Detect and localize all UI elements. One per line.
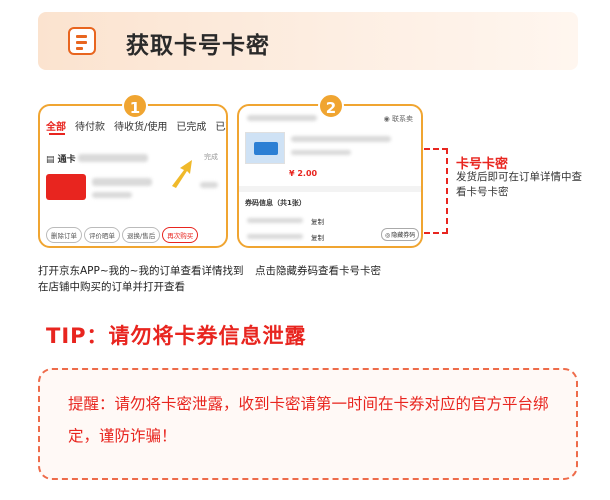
header-bar: 获取卡号卡密: [38, 12, 578, 70]
product-thumbnail[interactable]: [46, 174, 86, 200]
shop-name: ▤ 通卡: [46, 152, 76, 165]
contact-seller-label: 联系卖: [392, 115, 413, 123]
contact-seller-link[interactable]: ◉ 联系卖: [384, 114, 413, 124]
hide-coupon-button[interactable]: 隐藏券码: [381, 228, 420, 241]
blurred-product-name: [291, 136, 391, 142]
blurred-product-title: [92, 178, 152, 186]
warning-text: 提醒：请勿将卡密泄露，收到卡密请第一时间在卡券对应的官方平台绑定，谨防诈骗！: [68, 395, 549, 445]
buy-again-button[interactable]: 再次购买: [162, 227, 199, 243]
pointer-arrow-icon: [172, 160, 192, 188]
product-image[interactable]: [245, 132, 285, 164]
tab-completed[interactable]: 已完成: [176, 122, 206, 133]
delete-order-button[interactable]: 删除订单: [46, 227, 82, 243]
section-divider: [239, 186, 421, 192]
order-actions: 删除订单 评价晒单 退换/售后 再次购买: [46, 223, 200, 243]
review-button[interactable]: 评价晒单: [84, 227, 120, 243]
warning-box: 提醒：请勿将卡密泄露，收到卡密请第一时间在卡券对应的官方平台绑定，谨防诈骗！: [38, 368, 578, 480]
blurred-shop-header: [247, 115, 317, 121]
order-list-screenshot: 全部待付款待收货/使用已完成已取 ▤ 通卡 完成 删除订单评价晒单退换/售后再次…: [38, 104, 228, 248]
after-sales-button[interactable]: 退换/售后: [122, 227, 161, 243]
product-price: ¥ 2.00: [289, 169, 318, 178]
tip-heading: TIP：请勿将卡券信息泄露: [46, 324, 307, 348]
order-tabs: 全部待付款待收货/使用已完成已取: [46, 118, 226, 133]
blurred-shop-name: [78, 154, 148, 162]
order-status: 完成: [204, 153, 218, 161]
blurred-product-sub: [92, 192, 132, 198]
copy-card-password-button[interactable]: 复制: [311, 232, 324, 242]
step1-caption: 打开京东APP~我的~我的订单查看详情找到在店铺中购买的订单并打开查看: [38, 265, 244, 293]
tab-all[interactable]: 全部: [46, 122, 66, 133]
tab-pending-receipt[interactable]: 待收货/使用: [114, 122, 167, 133]
shop-prefix: 通卡: [57, 155, 76, 165]
active-tab-indicator: [49, 133, 65, 135]
order-detail-screenshot: ◉ 联系卖 ¥ 2.00 券码信息（共1张） 复制 复制 隐藏券码: [237, 104, 423, 248]
callout-connector: [424, 148, 448, 234]
step-badge-1: 1: [122, 93, 148, 119]
blurred-price: [200, 182, 218, 188]
blurred-card-password: [247, 234, 303, 239]
step2-caption: 点击隐藏券码查看卡号卡密: [255, 265, 381, 277]
document-list-icon: [68, 27, 96, 55]
coupon-section-title: 券码信息（共1张）: [245, 199, 306, 207]
tab-pending-payment[interactable]: 待付款: [75, 122, 105, 133]
step-badge-2: 2: [318, 93, 344, 119]
blurred-card-number: [247, 218, 303, 223]
chat-icon: ◉: [383, 115, 390, 123]
tab-cancelled[interactable]: 已取: [215, 122, 226, 133]
shop-icon: ▤: [46, 155, 55, 165]
copy-card-number-button[interactable]: 复制: [311, 216, 324, 226]
page-title: 获取卡号卡密: [126, 33, 270, 59]
blurred-product-spec: [291, 150, 351, 155]
callout-description: 发货后即可在订单详情中查看卡号卡密: [456, 171, 582, 198]
